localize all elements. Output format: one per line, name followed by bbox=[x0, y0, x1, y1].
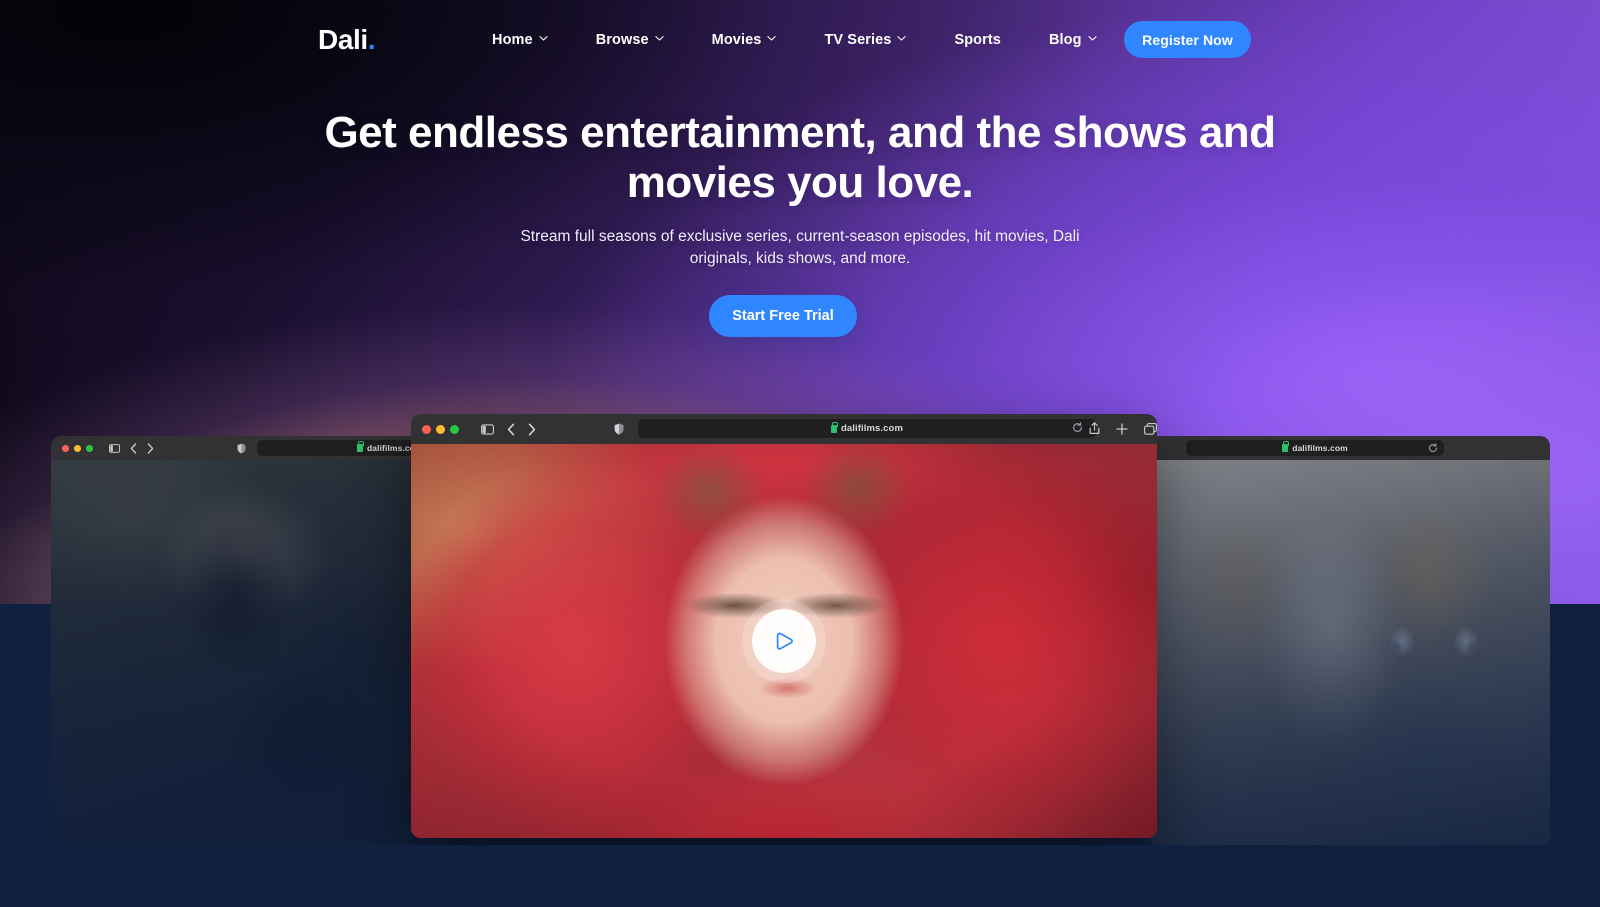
address-bar-main-text: dalifilms.com bbox=[830, 421, 903, 434]
back-icon[interactable] bbox=[130, 442, 137, 454]
chevron-down-icon bbox=[897, 34, 907, 43]
forward-icon[interactable] bbox=[147, 442, 154, 454]
browser-chrome-main: dalifilms.com bbox=[411, 414, 1157, 444]
shield-icon[interactable] bbox=[237, 443, 246, 454]
browser-window-left: dalifilms.co bbox=[51, 436, 471, 846]
nav-item-label: Movies bbox=[711, 32, 762, 48]
start-free-trial-button[interactable]: Start Free Trial bbox=[709, 295, 857, 337]
play-icon bbox=[771, 628, 797, 654]
movie-thumbnail-left bbox=[51, 460, 471, 846]
nav-item-label: Home bbox=[492, 32, 533, 48]
address-bar-main[interactable]: dalifilms.com bbox=[638, 419, 1096, 438]
browser-window-right: dalifilms.com bbox=[1150, 436, 1550, 846]
lock-icon bbox=[357, 441, 365, 452]
logo-text: Dali bbox=[318, 24, 368, 55]
logo-dot: . bbox=[367, 24, 376, 55]
traffic-lights-left bbox=[62, 444, 93, 452]
close-window-dot[interactable] bbox=[62, 444, 69, 452]
tab-overview-icon[interactable] bbox=[1144, 422, 1157, 435]
chevron-down-icon bbox=[767, 34, 777, 43]
lock-icon bbox=[1282, 441, 1290, 452]
browser-content-right bbox=[1150, 460, 1550, 846]
share-icon[interactable] bbox=[1089, 422, 1100, 435]
sidebar-icon[interactable] bbox=[481, 423, 494, 435]
landing-page: dalifilms.co dalifilms.com dalifilms.com… bbox=[0, 0, 1600, 907]
register-now-button[interactable]: Register Now bbox=[1124, 21, 1251, 58]
chevron-down-icon bbox=[655, 34, 664, 43]
movie-thumbnail-right bbox=[1150, 460, 1550, 846]
lock-icon bbox=[830, 421, 838, 433]
back-icon[interactable] bbox=[507, 423, 515, 436]
chevron-down-icon bbox=[1087, 34, 1097, 43]
browser-toolbar-left bbox=[109, 442, 154, 454]
site-logo[interactable]: Dali. bbox=[318, 24, 376, 56]
reload-icon[interactable] bbox=[1072, 422, 1083, 433]
nav-links: Home Browse Movies TV Series Sports Blog bbox=[468, 26, 1121, 54]
reload-icon[interactable] bbox=[1428, 443, 1438, 453]
nav-item-label: Blog bbox=[1048, 32, 1082, 48]
browser-toolbar-main-right bbox=[1089, 422, 1157, 435]
sidebar-icon[interactable] bbox=[109, 443, 120, 453]
nav-item-label: TV Series bbox=[824, 32, 892, 48]
browser-toolbar-main-left bbox=[481, 423, 536, 436]
browser-content-main bbox=[411, 444, 1157, 838]
maximize-window-dot[interactable] bbox=[450, 424, 459, 434]
nav-item-label: Sports bbox=[954, 32, 1001, 48]
minimize-window-dot[interactable] bbox=[436, 424, 445, 434]
chevron-down-icon bbox=[539, 34, 548, 43]
traffic-lights-main bbox=[422, 424, 459, 434]
nav-item-blog[interactable]: Blog bbox=[1025, 26, 1121, 54]
new-tab-icon[interactable] bbox=[1116, 422, 1128, 435]
nav-item-home[interactable]: Home bbox=[468, 26, 572, 54]
browser-window-main: dalifilms.com bbox=[411, 414, 1157, 838]
maximize-window-dot[interactable] bbox=[86, 444, 93, 452]
address-bar-right-text: dalifilms.com bbox=[1282, 441, 1348, 453]
address-bar-right[interactable]: dalifilms.com bbox=[1186, 440, 1444, 456]
nav-item-tv-series[interactable]: TV Series bbox=[800, 26, 930, 54]
address-bar-left-text: dalifilms.co bbox=[357, 441, 415, 453]
bottom-navy-band bbox=[0, 845, 1600, 907]
nav-item-sports[interactable]: Sports bbox=[930, 26, 1025, 54]
play-button[interactable] bbox=[752, 609, 816, 673]
nav-item-browse[interactable]: Browse bbox=[572, 26, 688, 54]
hero-subtitle: Stream full seasons of exclusive series,… bbox=[520, 228, 1080, 267]
shield-icon[interactable] bbox=[614, 423, 624, 435]
close-window-dot[interactable] bbox=[422, 424, 431, 434]
page-title: Get endless entertainment, and the shows… bbox=[324, 108, 1276, 207]
nav-item-movies[interactable]: Movies bbox=[688, 26, 801, 54]
browser-content-left bbox=[51, 460, 471, 846]
top-navigation-bar: Dali. Home Browse Movies TV Series Sport… bbox=[0, 0, 1600, 78]
browser-chrome-left: dalifilms.co bbox=[51, 436, 471, 460]
browser-chrome-right: dalifilms.com bbox=[1150, 436, 1550, 460]
forward-icon[interactable] bbox=[528, 423, 536, 436]
minimize-window-dot[interactable] bbox=[74, 444, 81, 452]
nav-item-label: Browse bbox=[595, 32, 649, 48]
